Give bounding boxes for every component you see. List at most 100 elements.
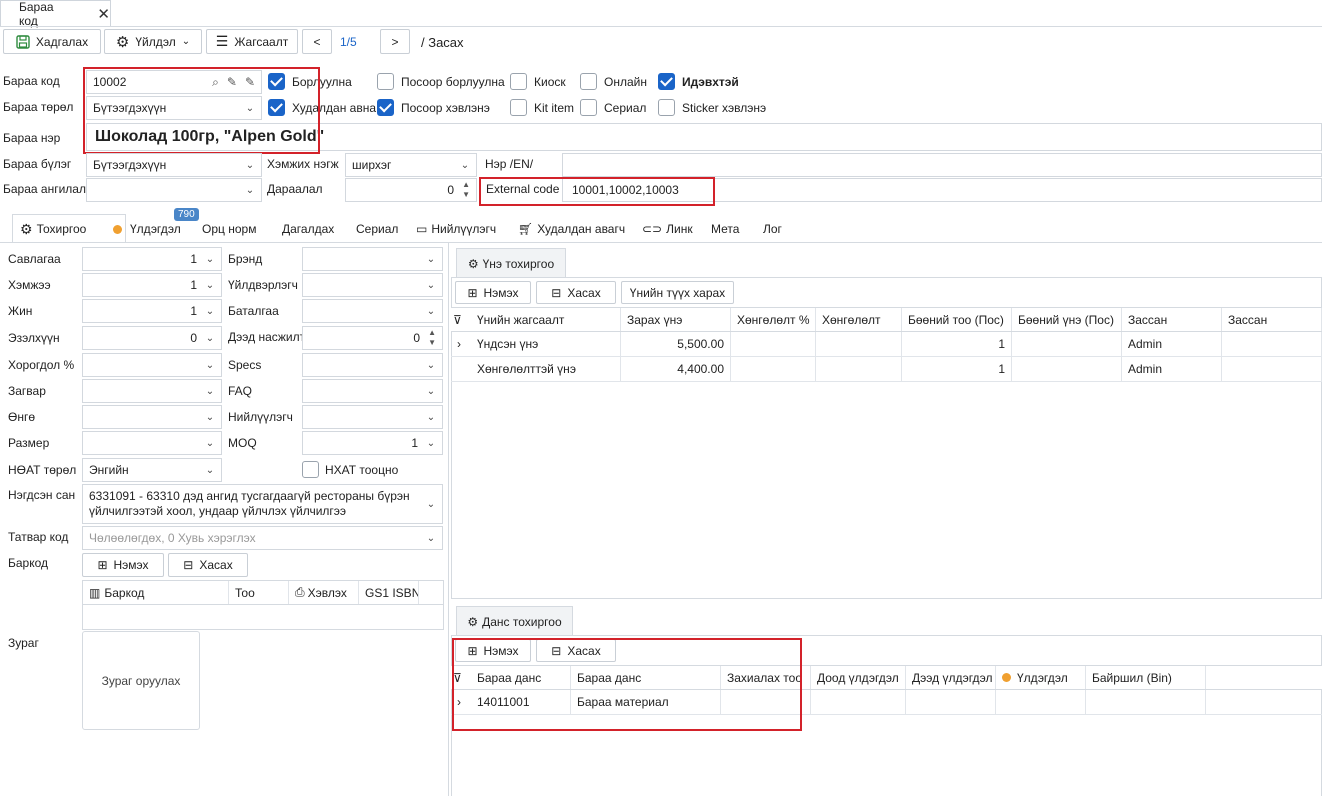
name-field[interactable]: Шоколад 100гр, "Alpen Gold" xyxy=(86,123,1322,151)
vat-select[interactable]: Энгийн ⌄ xyxy=(82,458,222,482)
order-field[interactable]: 0 ▲ ▼ xyxy=(345,178,477,202)
faq-select[interactable]: ⌄ xyxy=(302,379,443,403)
weight-select[interactable]: 1 ⌄ xyxy=(82,299,222,323)
pos-print-checkbox[interactable] xyxy=(377,99,394,116)
gs1-col-header[interactable]: GS1 ISBN xyxy=(359,581,419,604)
filter-icon[interactable]: ⊽ xyxy=(451,308,471,331)
edit-icon[interactable]: ✎ xyxy=(227,75,237,89)
volume-select[interactable]: 1 ⌄ xyxy=(82,273,222,297)
document-tab[interactable]: Бараа код ✕ xyxy=(0,0,111,28)
price-col-header[interactable]: Зарах үнэ xyxy=(621,308,731,331)
account-col-header[interactable]: Байршил (Bin) xyxy=(1086,666,1206,689)
filter-icon[interactable]: ⊽ xyxy=(451,666,471,689)
tab-settings[interactable]: ⚙ Тохиргоо xyxy=(20,215,86,243)
serial-checkbox[interactable] xyxy=(580,99,597,116)
barcode-add-button[interactable]: ⊞ Нэмэх xyxy=(82,553,164,577)
chevron-down-icon: ⌄ xyxy=(205,385,215,397)
price-add-button[interactable]: ⊞ Нэмэх xyxy=(455,281,531,304)
account-col-header[interactable]: Бараа данс xyxy=(471,666,571,689)
tab-meta[interactable]: Мета xyxy=(711,215,739,243)
search-icon[interactable]: ⌕ xyxy=(212,75,219,90)
tab-stock[interactable]: Үлдэгдэл xyxy=(113,215,181,243)
price-col-header[interactable]: Хөнгөлөлт xyxy=(816,308,902,331)
account-col-header[interactable]: Бараа данс xyxy=(571,666,721,689)
size-select[interactable]: ⌄ xyxy=(82,431,222,455)
extcode-field[interactable]: 10001,10002,10003 xyxy=(562,178,1322,202)
price-col-header[interactable]: Зассан xyxy=(1122,308,1222,331)
spinner-icon[interactable]: ▲ ▼ xyxy=(428,328,436,348)
online-checkbox[interactable] xyxy=(580,73,597,90)
sellable-checkbox[interactable] xyxy=(268,73,285,90)
print-col-header[interactable]: ⎙ Хэвлэх xyxy=(289,581,359,604)
tab-log[interactable]: Лог xyxy=(763,215,782,243)
unit-select[interactable]: ширхэг ⌄ xyxy=(345,153,477,177)
pos-sell-checkbox[interactable] xyxy=(377,73,394,90)
account-col-header[interactable]: Доод үлдэгдэл xyxy=(811,666,906,689)
price-col-header[interactable]: Зассан xyxy=(1222,308,1322,331)
spinner-icon[interactable]: ▲ ▼ xyxy=(462,180,470,200)
maxdisc-field[interactable]: 0 ▲ ▼ xyxy=(302,326,443,350)
warranty-select[interactable]: ⌄ xyxy=(302,299,443,323)
table-row[interactable]: › Үндсэн үнэ 5,500.00 1 Admin xyxy=(451,332,1322,357)
price-history-button[interactable]: Үнийн түүх харах xyxy=(621,281,734,304)
account-col-header[interactable]: Дээд үлдэгдэл xyxy=(906,666,996,689)
tab-assoc[interactable]: Дагалдах xyxy=(282,215,334,243)
barcode-col-header[interactable]: ▥ Баркод xyxy=(83,581,229,604)
tab-bom[interactable]: Орц норм xyxy=(202,215,256,243)
type-select[interactable]: Бүтээгдэхүүн ⌄ xyxy=(86,96,262,120)
qty-col-header[interactable]: Тоо xyxy=(229,581,289,604)
price-remove-button[interactable]: ⊟ Хасах xyxy=(536,281,616,304)
moq-select[interactable]: 1 ⌄ xyxy=(302,431,443,455)
group-value: Бүтээгдэхүүн xyxy=(93,158,167,172)
price-col-header[interactable]: Бөөний тоо (Пос) xyxy=(902,308,1012,331)
taxcode-select[interactable]: Чөлөөлөгдөх, 0 Хувь хэрэглэх ⌄ xyxy=(82,526,443,550)
table-row[interactable]: Хөнгөлөлттэй үнэ 4,400.00 1 Admin xyxy=(451,357,1322,382)
account-remove-button[interactable]: ⊟ Хасах xyxy=(536,639,616,662)
chevron-right-icon[interactable]: › xyxy=(451,690,471,714)
group-select[interactable]: Бүтээгдэхүүн ⌄ xyxy=(86,153,262,177)
table-row[interactable]: › 14011001 Бараа материал xyxy=(451,690,1322,715)
active-checkbox[interactable] xyxy=(658,73,675,90)
color-select[interactable]: ⌄ xyxy=(82,405,222,429)
price-settings-tab[interactable]: ⚙ Үнэ тохиргоо xyxy=(456,248,566,278)
packing-select[interactable]: 1 ⌄ xyxy=(82,247,222,271)
account-col-header[interactable]: Захиалах тоо xyxy=(721,666,811,689)
pencil-icon[interactable]: ✎ xyxy=(245,75,255,89)
barcode-remove-button[interactable]: ⊟ Хасах xyxy=(168,553,248,577)
name-en-field[interactable] xyxy=(562,153,1322,177)
next-button[interactable]: > xyxy=(380,29,410,54)
save-button[interactable]: Хадгалах xyxy=(3,29,101,54)
image-upload[interactable]: Зураг оруулах xyxy=(82,631,200,730)
supplier-select[interactable]: ⌄ xyxy=(302,405,443,429)
city-tax-checkbox[interactable] xyxy=(302,461,319,478)
tab-serial[interactable]: Сериал xyxy=(356,215,398,243)
maker-select[interactable]: ⌄ xyxy=(302,273,443,297)
tab-link[interactable]: ⊂⊃ Линк xyxy=(642,215,693,243)
sticker-checkbox[interactable] xyxy=(658,99,675,116)
price-col-header[interactable]: Бөөний үнэ (Пос) xyxy=(1012,308,1122,331)
specs-select[interactable]: ⌄ xyxy=(302,353,443,377)
tab-supplier[interactable]: ▭ Нийлүүлэгч xyxy=(416,215,496,243)
discount-select[interactable]: ⌄ xyxy=(82,353,222,377)
price-col-header[interactable]: Хөнгөлөлт % xyxy=(731,308,816,331)
account-col-header[interactable]: Үлдэгдэл xyxy=(996,666,1086,689)
close-icon[interactable]: ✕ xyxy=(97,5,110,23)
action-menu-button[interactable]: ⚙ Үйлдэл ⌄ xyxy=(104,29,202,54)
brand-select[interactable]: ⌄ xyxy=(302,247,443,271)
code-field[interactable]: 10002 ⌕ ✎ ✎ xyxy=(86,70,262,94)
tab-buyer[interactable]: 🛒︎ Худалдан авагч xyxy=(518,215,625,243)
kiosk-checkbox[interactable] xyxy=(510,73,527,90)
price-col-header[interactable]: Үнийн жагсаалт xyxy=(471,308,621,331)
list-button[interactable]: ☰ Жагсаалт xyxy=(206,29,298,54)
tab-divider xyxy=(0,26,1322,27)
buyable-checkbox[interactable] xyxy=(268,99,285,116)
prev-button[interactable]: < xyxy=(302,29,332,54)
kit-checkbox[interactable] xyxy=(510,99,527,116)
capacity-select[interactable]: 0 ⌄ xyxy=(82,326,222,350)
chevron-right-icon[interactable]: › xyxy=(451,332,471,356)
model-select[interactable]: ⌄ xyxy=(82,379,222,403)
account-settings-tab[interactable]: ⚙ Данс тохиргоо xyxy=(456,606,573,636)
account-add-button[interactable]: ⊞ Нэмэх xyxy=(455,639,531,662)
classifier-select[interactable]: 6331091 - 63310 дэд ангид тусгагдаагүй р… xyxy=(82,484,443,524)
category-select[interactable]: ⌄ xyxy=(86,178,262,202)
